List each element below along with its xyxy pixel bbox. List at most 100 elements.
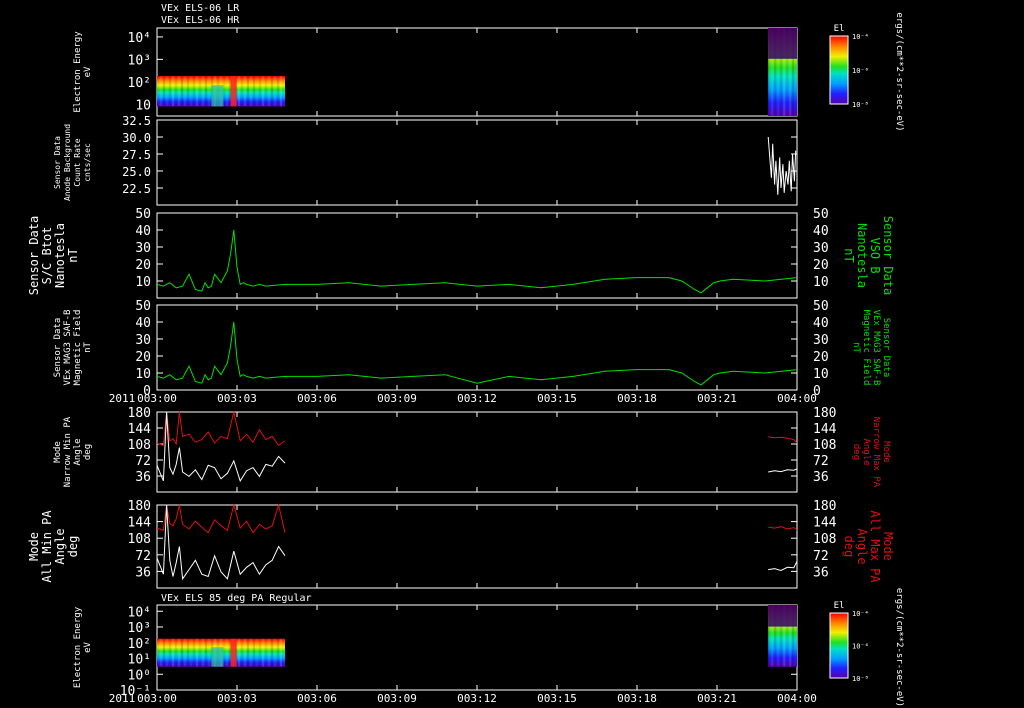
- y-tick-label-right: 10: [813, 367, 829, 382]
- y-tick-label: 10⁴: [128, 605, 151, 620]
- y-axis-label-right: Angle: [855, 528, 869, 564]
- spectrogram-cell: [238, 76, 240, 107]
- spectrogram-cell: [181, 638, 183, 667]
- spectrogram-cell: [160, 638, 162, 667]
- y-tick-label: 20: [135, 258, 151, 273]
- panel-frame-p5: [156, 411, 798, 493]
- y-tick-label-right: 108: [813, 532, 836, 547]
- y-tick-label: 108: [128, 438, 151, 453]
- series-line: [156, 229, 798, 294]
- year-label: 2011: [109, 692, 136, 705]
- spectrogram-cell: [253, 76, 255, 107]
- colorbar-unit: ergs/(cm**2-sr-sec-eV): [894, 12, 904, 131]
- colorbar: [829, 612, 849, 679]
- spectrogram-cell: [196, 638, 198, 667]
- y-tick-label-right: 50: [813, 299, 829, 314]
- y-axis-label: Narrow Min PA: [63, 416, 73, 487]
- spectrogram-cell: [244, 638, 246, 667]
- spectrogram-cell: [265, 76, 267, 107]
- spectrogram-cell: [157, 76, 159, 107]
- series-line: [156, 504, 286, 581]
- y-tick-label-right: 72: [813, 549, 829, 564]
- y-tick-label: 10³: [128, 621, 151, 636]
- y-tick-label: 10⁰: [128, 668, 151, 683]
- y-axis-label: cnts/sec: [83, 143, 92, 182]
- spectrogram-cell: [187, 638, 189, 667]
- y-axis-label: eV: [83, 642, 93, 653]
- spectrogram-cell: [160, 76, 162, 107]
- x-tick-label: 003:21: [697, 392, 737, 405]
- y-axis-label-right: deg: [851, 444, 861, 460]
- y-tick-label-right: 144: [813, 516, 837, 531]
- y-axis-label: deg: [83, 444, 93, 460]
- x-tick-label: 004:00: [777, 392, 817, 405]
- y-axis-label: Electron Energy: [73, 31, 83, 113]
- x-tick-label: 003:15: [537, 392, 577, 405]
- y-tick-label: 10³: [128, 53, 151, 68]
- series-line: [768, 526, 798, 531]
- spectrogram-cell: [253, 638, 255, 667]
- spectrogram-cell: [202, 638, 204, 667]
- y-axis-label: Sensor Data: [27, 216, 41, 295]
- spectrogram-cell: [181, 76, 183, 107]
- spectrogram-cell: [163, 76, 165, 107]
- spectrogram-cell: [256, 76, 258, 107]
- y-tick-label-right: 20: [813, 258, 829, 273]
- spectrogram-cell: [259, 76, 261, 107]
- y-tick-label-right: 180: [813, 499, 836, 514]
- colorbar-label: El: [834, 601, 845, 611]
- title-lr: VEx ELS-06 LR: [161, 3, 240, 14]
- spectrogram-cell: [280, 76, 282, 107]
- spectrogram-cell: [178, 76, 180, 107]
- y-axis-label-right: deg: [842, 536, 856, 558]
- y-axis-label: Anode Background: [63, 124, 72, 201]
- spectrogram-cell: [277, 638, 279, 667]
- y-tick-label: 180: [128, 499, 151, 514]
- spectrogram-cell: [230, 76, 237, 107]
- y-tick-label-right: 40: [813, 224, 829, 239]
- y-tick-label-right: 108: [813, 438, 836, 453]
- spectrogram-cell: [205, 76, 207, 107]
- x-tick-label: 003:09: [377, 692, 417, 705]
- y-axis-label: Mode: [27, 532, 41, 561]
- x-tick-label: 003:18: [617, 392, 657, 405]
- panel-frame-p3: [156, 212, 798, 299]
- y-tick-label: 10: [135, 275, 151, 290]
- title-hr: VEx ELS-06 HR: [161, 15, 240, 26]
- spectrogram-cell: [230, 638, 237, 667]
- y-axis-label: All Min PA: [40, 510, 54, 583]
- series-line: [768, 561, 798, 572]
- spectrogram-cell: [768, 605, 797, 627]
- x-tick-label: 003:21: [697, 692, 737, 705]
- spectrogram-cell: [178, 638, 180, 667]
- panel-frame-p4: [156, 304, 798, 391]
- y-tick-label: 40: [135, 224, 151, 239]
- spectrogram-cell: [169, 76, 171, 107]
- series-line: [768, 436, 798, 444]
- y-axis-label: S/C Btot: [40, 227, 54, 285]
- spectrogram-cell: [262, 638, 264, 667]
- x-tick-label: 003:03: [217, 692, 257, 705]
- y-axis-label-right: VSO B: [868, 237, 882, 273]
- y-tick-label: 108: [128, 532, 151, 547]
- y-axis-label: deg: [66, 536, 80, 558]
- spectrogram-cell: [262, 76, 264, 107]
- spectrogram-cell: [169, 638, 171, 667]
- y-tick-label: 30.0: [122, 131, 151, 145]
- y-axis-label-right: Angle: [861, 438, 871, 465]
- y-tick-label: 20: [135, 350, 151, 365]
- spectrogram-cell: [226, 638, 228, 667]
- y-tick-label-right: 40: [813, 316, 829, 331]
- y-tick-label-right: 180: [813, 406, 836, 421]
- spectrogram-cell: [274, 76, 276, 107]
- spectrogram-cell: [208, 76, 210, 107]
- spectrogram-cell: [274, 638, 276, 667]
- panel-frame-p6: [156, 504, 798, 589]
- spectrogram-cell: [187, 76, 189, 107]
- spectrogram-cell: [238, 638, 240, 667]
- colorbar-tick-label: 10⁻⁶: [852, 643, 869, 651]
- x-tick-label: 003:18: [617, 692, 657, 705]
- panel-frame-p2: [156, 119, 798, 206]
- spectrogram-cell: [172, 76, 174, 107]
- x-tick-label: 003:12: [457, 392, 497, 405]
